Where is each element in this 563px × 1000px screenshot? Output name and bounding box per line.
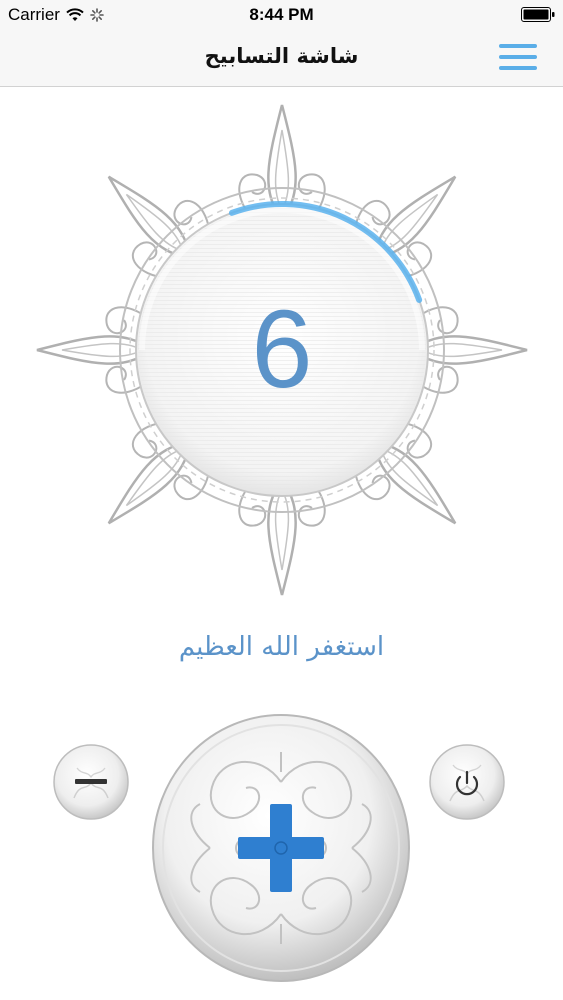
reset-button-face xyxy=(429,744,505,820)
increment-button[interactable] xyxy=(150,712,412,984)
dhikr-label: استغفر الله العظيم xyxy=(178,632,385,662)
decrement-button-face xyxy=(53,744,129,820)
hamburger-menu-icon xyxy=(499,44,537,70)
counter-value: 6 xyxy=(251,288,313,411)
page-title: شاشة التسابيح xyxy=(204,44,359,68)
decrement-button[interactable] xyxy=(52,743,130,821)
counter-dial[interactable]: 6 xyxy=(32,100,532,600)
status-bar: Carrier 8:44 PM xyxy=(0,0,563,30)
navigation-bar: شاشة التسابيح xyxy=(0,30,563,87)
minus-icon xyxy=(75,779,107,784)
increment-button-face xyxy=(152,714,410,982)
battery-icon xyxy=(521,7,555,22)
clock: 8:44 PM xyxy=(249,5,314,24)
reset-button[interactable] xyxy=(428,743,506,821)
menu-button[interactable] xyxy=(497,40,539,74)
